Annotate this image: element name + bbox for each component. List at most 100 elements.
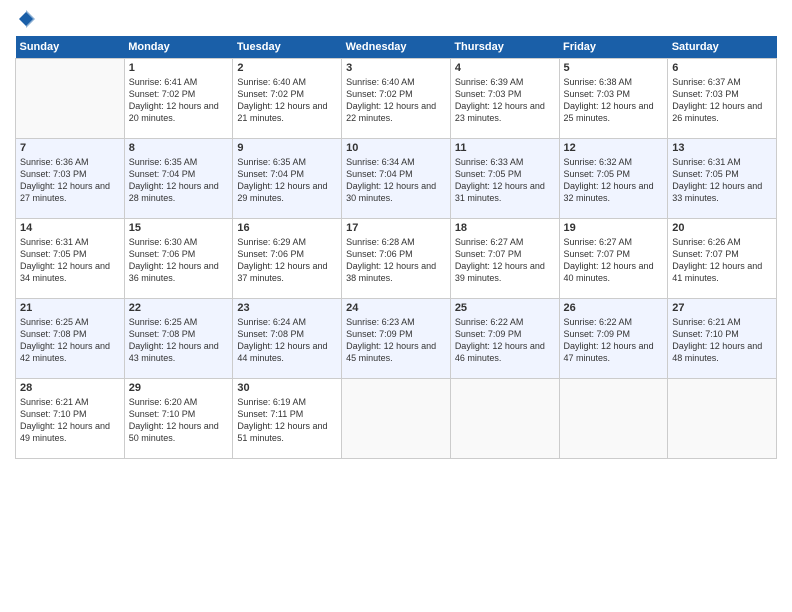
day-cell: 21 Sunrise: 6:25 AMSunset: 7:08 PMDayligh…: [16, 299, 125, 379]
day-number: 10: [346, 142, 446, 154]
day-number: 17: [346, 222, 446, 234]
day-info: Sunrise: 6:36 AMSunset: 7:03 PMDaylight:…: [20, 156, 120, 205]
day-number: 3: [346, 62, 446, 74]
day-info: Sunrise: 6:24 AMSunset: 7:08 PMDaylight:…: [237, 316, 337, 365]
day-number: 1: [129, 62, 229, 74]
day-number: 11: [455, 142, 555, 154]
day-cell: 9 Sunrise: 6:35 AMSunset: 7:04 PMDaylight…: [233, 139, 342, 219]
day-cell: [450, 379, 559, 459]
day-number: 30: [237, 382, 337, 394]
day-cell: 19 Sunrise: 6:27 AMSunset: 7:07 PMDayligh…: [559, 219, 668, 299]
day-cell: 27 Sunrise: 6:21 AMSunset: 7:10 PMDayligh…: [668, 299, 777, 379]
day-info: Sunrise: 6:21 AMSunset: 7:10 PMDaylight:…: [20, 396, 120, 445]
day-cell: 2Sunrise: 6:40 AMSunset: 7:02 PMDaylight…: [233, 59, 342, 139]
day-info: Sunrise: 6:33 AMSunset: 7:05 PMDaylight:…: [455, 156, 555, 205]
day-cell: [16, 59, 125, 139]
week-row-5: 28 Sunrise: 6:21 AMSunset: 7:10 PMDayligh…: [16, 379, 777, 459]
day-cell: [342, 379, 451, 459]
day-number: 18: [455, 222, 555, 234]
day-cell: 11 Sunrise: 6:33 AMSunset: 7:05 PMDayligh…: [450, 139, 559, 219]
day-cell: 6 Sunrise: 6:37 AMSunset: 7:03 PMDaylight…: [668, 59, 777, 139]
day-number: 29: [129, 382, 229, 394]
day-number: 24: [346, 302, 446, 314]
day-info: Sunrise: 6:25 AMSunset: 7:08 PMDaylight:…: [20, 316, 120, 365]
day-number: 22: [129, 302, 229, 314]
day-info: Sunrise: 6:41 AMSunset: 7:02 PMDaylight:…: [129, 76, 229, 125]
day-number: 25: [455, 302, 555, 314]
day-number: 6: [672, 62, 772, 74]
day-cell: 8 Sunrise: 6:35 AMSunset: 7:04 PMDaylight…: [124, 139, 233, 219]
day-info: Sunrise: 6:25 AMSunset: 7:08 PMDaylight:…: [129, 316, 229, 365]
day-number: 13: [672, 142, 772, 154]
day-number: 21: [20, 302, 120, 314]
day-cell: 16 Sunrise: 6:29 AMSunset: 7:06 PMDayligh…: [233, 219, 342, 299]
day-cell: 20 Sunrise: 6:26 AMSunset: 7:07 PMDayligh…: [668, 219, 777, 299]
day-info: Sunrise: 6:22 AMSunset: 7:09 PMDaylight:…: [564, 316, 664, 365]
day-cell: 22 Sunrise: 6:25 AMSunset: 7:08 PMDayligh…: [124, 299, 233, 379]
day-info: Sunrise: 6:35 AMSunset: 7:04 PMDaylight:…: [237, 156, 337, 205]
day-info: Sunrise: 6:32 AMSunset: 7:05 PMDaylight:…: [564, 156, 664, 205]
day-info: Sunrise: 6:27 AMSunset: 7:07 PMDaylight:…: [455, 236, 555, 285]
day-info: Sunrise: 6:40 AMSunset: 7:02 PMDaylight:…: [237, 76, 337, 125]
logo-icon: [17, 10, 35, 28]
day-cell: 18 Sunrise: 6:27 AMSunset: 7:07 PMDayligh…: [450, 219, 559, 299]
day-info: Sunrise: 6:28 AMSunset: 7:06 PMDaylight:…: [346, 236, 446, 285]
day-info: Sunrise: 6:21 AMSunset: 7:10 PMDaylight:…: [672, 316, 772, 365]
day-info: Sunrise: 6:29 AMSunset: 7:06 PMDaylight:…: [237, 236, 337, 285]
header-cell-sunday: Sunday: [16, 36, 125, 59]
page: SundayMondayTuesdayWednesdayThursdayFrid…: [0, 0, 792, 612]
calendar-table: SundayMondayTuesdayWednesdayThursdayFrid…: [15, 36, 777, 459]
day-info: Sunrise: 6:20 AMSunset: 7:10 PMDaylight:…: [129, 396, 229, 445]
week-row-3: 14Sunrise: 6:31 AMSunset: 7:05 PMDayligh…: [16, 219, 777, 299]
day-number: 9: [237, 142, 337, 154]
day-number: 8: [129, 142, 229, 154]
day-cell: 15 Sunrise: 6:30 AMSunset: 7:06 PMDayligh…: [124, 219, 233, 299]
day-info: Sunrise: 6:35 AMSunset: 7:04 PMDaylight:…: [129, 156, 229, 205]
header-cell-thursday: Thursday: [450, 36, 559, 59]
day-number: 26: [564, 302, 664, 314]
header-cell-tuesday: Tuesday: [233, 36, 342, 59]
day-cell: 29 Sunrise: 6:20 AMSunset: 7:10 PMDayligh…: [124, 379, 233, 459]
day-info: Sunrise: 6:19 AMSunset: 7:11 PMDaylight:…: [237, 396, 337, 445]
day-number: 27: [672, 302, 772, 314]
day-info: Sunrise: 6:26 AMSunset: 7:07 PMDaylight:…: [672, 236, 772, 285]
day-cell: [668, 379, 777, 459]
day-info: Sunrise: 6:38 AMSunset: 7:03 PMDaylight:…: [564, 76, 664, 125]
logo: [15, 10, 35, 28]
day-info: Sunrise: 6:37 AMSunset: 7:03 PMDaylight:…: [672, 76, 772, 125]
day-cell: [559, 379, 668, 459]
day-number: 16: [237, 222, 337, 234]
day-cell: 13Sunrise: 6:31 AMSunset: 7:05 PMDayligh…: [668, 139, 777, 219]
day-cell: 17 Sunrise: 6:28 AMSunset: 7:06 PMDayligh…: [342, 219, 451, 299]
day-cell: 5 Sunrise: 6:38 AMSunset: 7:03 PMDaylight…: [559, 59, 668, 139]
day-info: Sunrise: 6:22 AMSunset: 7:09 PMDaylight:…: [455, 316, 555, 365]
day-number: 12: [564, 142, 664, 154]
header: [15, 10, 777, 28]
day-number: 19: [564, 222, 664, 234]
day-number: 14: [20, 222, 120, 234]
week-row-2: 7 Sunrise: 6:36 AMSunset: 7:03 PMDaylight…: [16, 139, 777, 219]
day-info: Sunrise: 6:34 AMSunset: 7:04 PMDaylight:…: [346, 156, 446, 205]
day-cell: 30 Sunrise: 6:19 AMSunset: 7:11 PMDayligh…: [233, 379, 342, 459]
day-info: Sunrise: 6:27 AMSunset: 7:07 PMDaylight:…: [564, 236, 664, 285]
day-cell: 24Sunrise: 6:23 AMSunset: 7:09 PMDayligh…: [342, 299, 451, 379]
day-number: 7: [20, 142, 120, 154]
header-cell-monday: Monday: [124, 36, 233, 59]
header-row: SundayMondayTuesdayWednesdayThursdayFrid…: [16, 36, 777, 59]
week-row-1: 1 Sunrise: 6:41 AMSunset: 7:02 PMDaylight…: [16, 59, 777, 139]
day-cell: 3Sunrise: 6:40 AMSunset: 7:02 PMDaylight…: [342, 59, 451, 139]
day-number: 28: [20, 382, 120, 394]
day-number: 20: [672, 222, 772, 234]
day-cell: 10 Sunrise: 6:34 AMSunset: 7:04 PMDayligh…: [342, 139, 451, 219]
day-cell: 14Sunrise: 6:31 AMSunset: 7:05 PMDayligh…: [16, 219, 125, 299]
day-number: 5: [564, 62, 664, 74]
day-number: 15: [129, 222, 229, 234]
day-cell: 1 Sunrise: 6:41 AMSunset: 7:02 PMDaylight…: [124, 59, 233, 139]
header-cell-friday: Friday: [559, 36, 668, 59]
day-cell: 12 Sunrise: 6:32 AMSunset: 7:05 PMDayligh…: [559, 139, 668, 219]
day-number: 23: [237, 302, 337, 314]
day-info: Sunrise: 6:30 AMSunset: 7:06 PMDaylight:…: [129, 236, 229, 285]
day-cell: 26 Sunrise: 6:22 AMSunset: 7:09 PMDayligh…: [559, 299, 668, 379]
day-cell: 28 Sunrise: 6:21 AMSunset: 7:10 PMDayligh…: [16, 379, 125, 459]
day-cell: 23 Sunrise: 6:24 AMSunset: 7:08 PMDayligh…: [233, 299, 342, 379]
